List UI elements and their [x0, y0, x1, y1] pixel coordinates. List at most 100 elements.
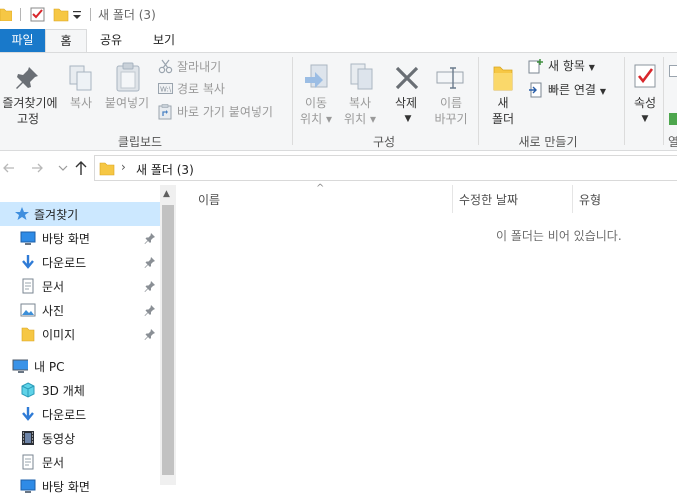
paste-label: 붙여넣기: [104, 96, 150, 110]
copy-to-button[interactable]: 복사 위치 ▾: [340, 55, 380, 131]
cut-button[interactable]: 잘라내기: [158, 58, 278, 76]
pin-label-1: 즐겨찾기에: [2, 96, 58, 110]
forward-arrow-icon[interactable]: [30, 161, 44, 175]
copy-icon: [69, 65, 92, 91]
nav-downloads[interactable]: 다운로드: [0, 402, 160, 426]
pin-to-quick-access-button[interactable]: 즐겨찾기에 고정: [0, 55, 60, 131]
copy-to-label-1: 복사: [348, 96, 372, 110]
tab-share[interactable]: 공유: [88, 29, 134, 52]
document-icon: [22, 454, 34, 470]
paste-shortcut-button[interactable]: 바로 가기 붙여넣기: [158, 103, 286, 121]
group-separator: [478, 57, 479, 145]
tab-view[interactable]: 보기: [141, 29, 187, 52]
nav-pinned-desktop[interactable]: 바탕 화면: [0, 226, 160, 250]
paste-button[interactable]: 붙여넣기: [100, 55, 154, 131]
column-header-type[interactable]: 유형: [579, 191, 601, 208]
copy-label: 복사: [69, 96, 93, 110]
computer-icon: [12, 359, 28, 373]
easy-access-button[interactable]: 빠른 연결 ▼: [528, 81, 618, 99]
properties-quick-icon[interactable]: [30, 6, 46, 22]
easy-access-icon: [529, 82, 542, 98]
window-title: 새 폴더 (3): [98, 8, 156, 22]
pin-icon: [16, 67, 38, 89]
file-list: ^ 이름 수정한 날짜 유형 이 폴더는 비어 있습니다.: [176, 183, 677, 485]
nav-label: 다운로드: [42, 256, 87, 270]
tab-home[interactable]: 홈: [45, 29, 87, 53]
scissors-icon: [158, 59, 173, 74]
folder-icon: [0, 8, 12, 21]
column-separator[interactable]: [572, 185, 573, 213]
pin-icon[interactable]: [144, 280, 156, 292]
pin-icon[interactable]: [144, 232, 156, 244]
history-icon[interactable]: [669, 113, 677, 125]
properties-button[interactable]: 속성 ▼: [628, 55, 662, 131]
scrollbar-thumb[interactable]: [162, 205, 174, 475]
up-arrow-icon[interactable]: [74, 160, 88, 176]
nav-desktop[interactable]: 바탕 화면: [0, 474, 160, 498]
tab-file[interactable]: 파일: [0, 29, 45, 52]
nav-this-pc[interactable]: 내 PC: [0, 354, 160, 378]
new-folder-icon: [493, 66, 513, 91]
nav-pinned-images[interactable]: 이미지: [0, 322, 160, 346]
cut-label: 잘라내기: [177, 60, 222, 74]
clipboard-icon: [116, 62, 140, 92]
download-icon: [22, 407, 34, 421]
nav-3d-objects[interactable]: 3D 개체: [0, 378, 160, 402]
new-folder-button[interactable]: 새 폴더: [484, 55, 522, 131]
pin-icon[interactable]: [144, 328, 156, 340]
nav-scrollbar[interactable]: ▲: [160, 185, 176, 485]
nav-label: 바탕 화면: [42, 480, 90, 494]
paste-shortcut-label: 바로 가기 붙여넣기: [177, 105, 273, 119]
folder-icon: [21, 327, 35, 342]
properties-icon: [634, 64, 656, 88]
paste-shortcut-icon: [158, 104, 172, 120]
video-icon: [22, 431, 34, 445]
rename-button[interactable]: 이름 바꾸기: [430, 55, 472, 131]
delete-button[interactable]: 삭제 ▼: [386, 55, 426, 131]
customize-quick-access-icon[interactable]: [72, 9, 82, 21]
recent-locations-icon[interactable]: [58, 163, 68, 173]
address-box[interactable]: › 새 폴더 (3): [94, 155, 677, 181]
address-bar-row: › 새 폴더 (3): [0, 155, 677, 181]
nav-documents[interactable]: 문서: [0, 450, 160, 474]
delete-x-icon: [395, 66, 419, 90]
delete-dropdown-icon: ▼: [404, 114, 412, 124]
pin-icon[interactable]: [144, 304, 156, 316]
download-icon: [22, 255, 34, 269]
sort-indicator-icon: ^: [316, 183, 325, 194]
nav-pinned-documents[interactable]: 문서: [0, 274, 160, 298]
move-to-button[interactable]: 이동 위치 ▾: [296, 55, 336, 131]
new-item-button[interactable]: 새 항목 ▼: [528, 58, 608, 76]
group-separator: [292, 57, 293, 145]
copy-button[interactable]: 복사: [64, 55, 98, 131]
copy-to-label-2: 위치 ▾: [344, 112, 376, 126]
group-separator: [663, 57, 664, 145]
desktop-icon: [20, 231, 36, 245]
nav-videos[interactable]: 동영상: [0, 426, 160, 450]
scroll-up-icon[interactable]: ▲: [163, 189, 170, 199]
new-folder-quick-icon[interactable]: [53, 6, 69, 22]
properties-dropdown-icon: ▼: [641, 114, 649, 124]
nav-label: 다운로드: [42, 408, 87, 422]
folder-icon: [99, 162, 115, 176]
pin-icon[interactable]: [144, 256, 156, 268]
open-icon[interactable]: [669, 65, 677, 77]
rename-label-2: 바꾸기: [434, 112, 468, 126]
column-header-modified[interactable]: 수정한 날짜: [459, 191, 518, 208]
column-separator[interactable]: [452, 185, 453, 213]
nav-pinned-pictures[interactable]: 사진: [0, 298, 160, 322]
nav-label: 문서: [42, 456, 65, 470]
star-icon: [15, 207, 29, 220]
back-arrow-icon[interactable]: [2, 161, 16, 175]
copy-path-button[interactable]: W:\ 경로 복사: [158, 80, 278, 98]
ribbon-tabs: 파일 홈 공유 보기: [0, 29, 677, 53]
column-header-name[interactable]: 이름: [198, 191, 220, 208]
clipboard-group-label: 클립보드: [117, 135, 163, 149]
organize-group-label: 구성: [372, 135, 396, 149]
nav-quick-access[interactable]: 즐겨찾기: [0, 202, 160, 226]
breadcrumb-current[interactable]: 새 폴더 (3): [136, 161, 194, 178]
nav-pinned-downloads[interactable]: 다운로드: [0, 250, 160, 274]
new-item-icon: [528, 59, 543, 74]
nav-label: 바탕 화면: [42, 232, 90, 246]
nav-label: 동영상: [42, 432, 76, 446]
